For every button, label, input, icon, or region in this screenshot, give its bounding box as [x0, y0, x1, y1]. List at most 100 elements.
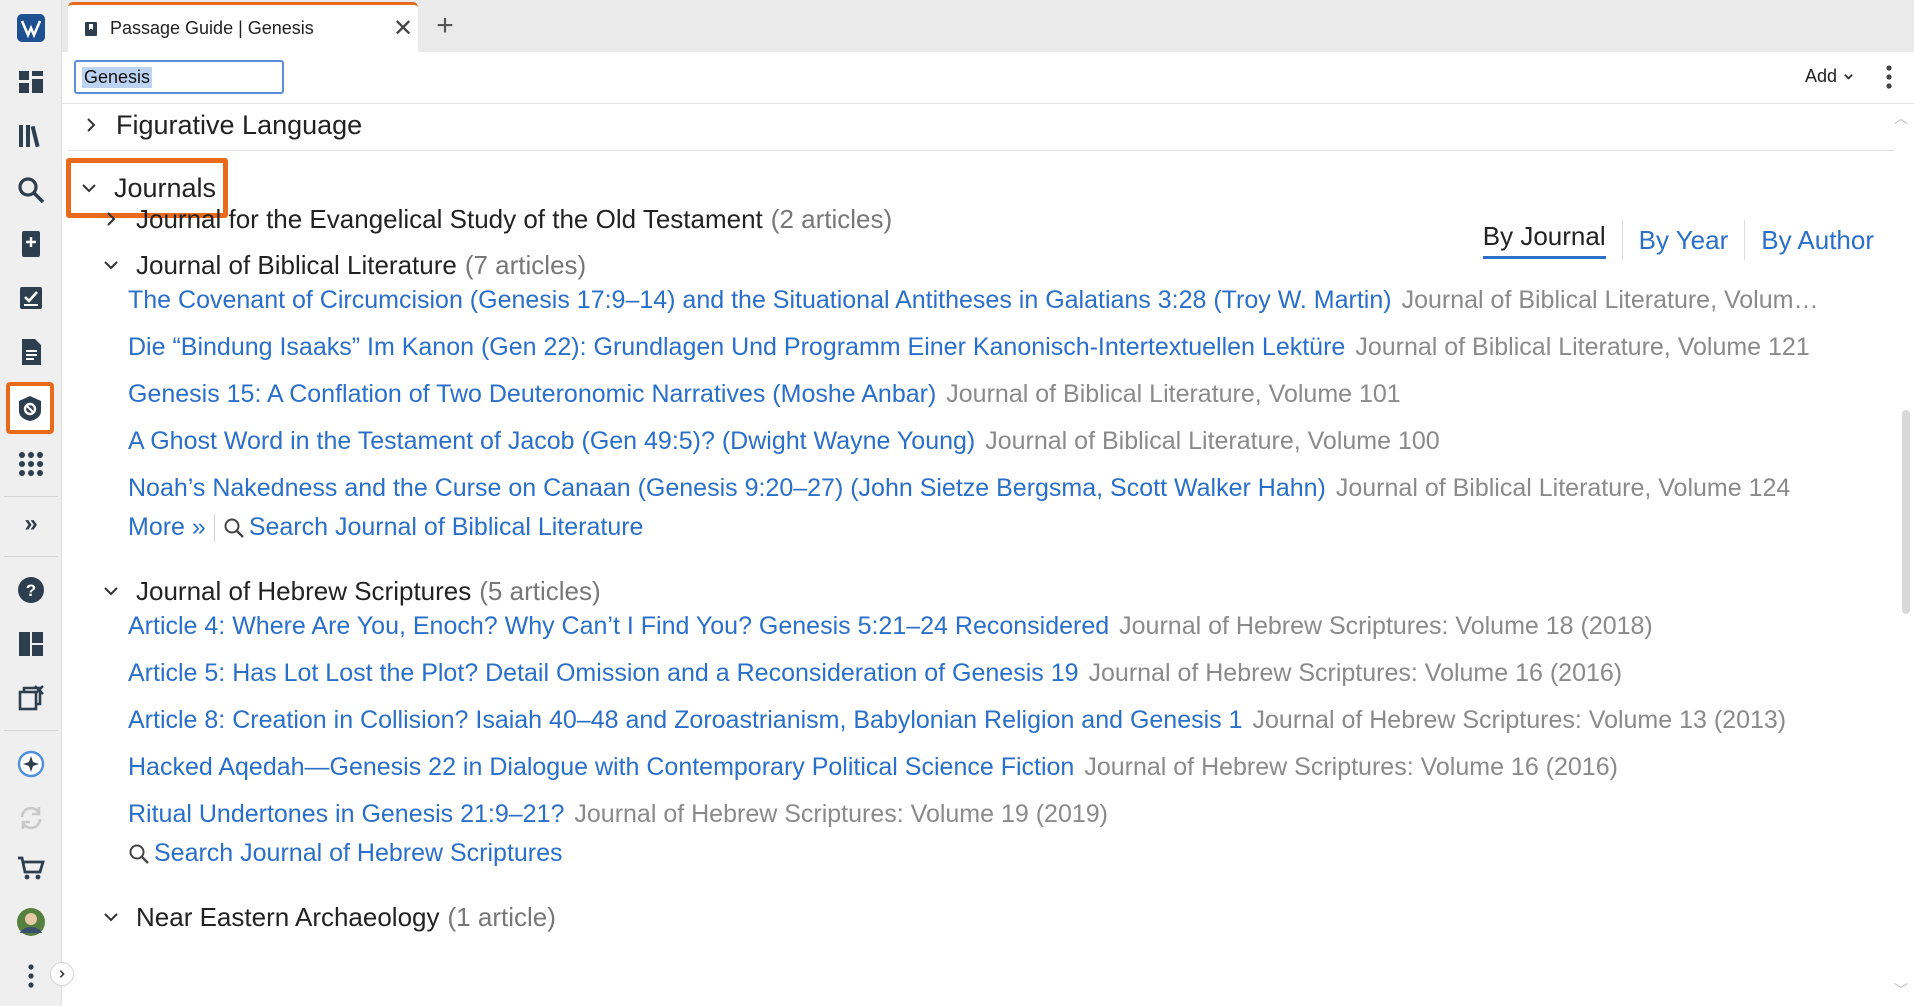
article-item: Noah’s Nakedness and the Curse on Canaan… [128, 474, 1876, 503]
divider [68, 150, 1894, 151]
more-vertical-icon[interactable] [9, 954, 53, 998]
search-icon[interactable] [9, 168, 53, 212]
reference-input-value: Genesis [82, 66, 153, 88]
section-figurative-language[interactable]: Figurative Language [80, 104, 362, 146]
article-source: Journal of Hebrew Scriptures: Volume 13 … [1252, 706, 1787, 734]
article-link[interactable]: Die “Bindung Isaaks” Im Kanon (Gen 22): … [128, 333, 1345, 361]
chevron-down-icon [78, 177, 100, 199]
section-title: Journals [114, 172, 217, 203]
reference-input[interactable]: Genesis [74, 60, 284, 94]
apps-grid-icon[interactable] [9, 442, 53, 486]
passage-guide-icon[interactable] [6, 382, 54, 434]
chevron-right-icon [80, 114, 102, 136]
article-link[interactable]: Article 5: Has Lot Lost the Plot? Detail… [128, 659, 1079, 687]
article-link[interactable]: Article 4: Where Are You, Enoch? Why Can… [128, 612, 1109, 640]
sync-icon[interactable] [9, 796, 53, 840]
article-source: Journal of Biblical Literature, Volume 1… [946, 380, 1401, 408]
journal-group-nea[interactable]: Near Eastern Archaeology (1 article) [100, 898, 556, 936]
article-source: Journal of Biblical Literature, Volume 1… [1335, 474, 1791, 502]
article-item: Genesis 15: A Conflation of Two Deuteron… [128, 380, 1876, 409]
close-panels-icon[interactable] [9, 676, 53, 720]
article-source: Journal of Hebrew Scriptures: Volume 19 … [574, 800, 1108, 828]
search-journal-link[interactable]: Search Journal of Hebrew Scriptures [154, 839, 563, 868]
bookmark-icon [85, 21, 97, 36]
expand-rail-button[interactable]: » [9, 502, 53, 546]
scrollbar-thumb[interactable] [1902, 410, 1910, 614]
dashboard-icon[interactable] [9, 60, 53, 104]
journal-name: Journal of Hebrew Scriptures [136, 575, 472, 606]
more-row: Search Journal of Hebrew Scriptures [128, 839, 563, 868]
article-item: Die “Bindung Isaaks” Im Kanon (Gen 22): … [128, 333, 1876, 362]
double-chevron-right-icon: » [24, 510, 38, 537]
chevron-down-icon [100, 906, 122, 928]
article-source: Journal of Biblical Literature, Volume 1… [985, 427, 1440, 455]
journal-group-jesot[interactable]: Journal for the Evangelical Study of the… [100, 200, 892, 238]
library-icon[interactable] [9, 114, 53, 158]
tab-passage-guide[interactable]: Passage Guide | Genesis ✕ [68, 2, 418, 52]
article-item: Hacked Aqedah—Genesis 22 in Dialogue wit… [128, 753, 1876, 782]
bible-add-icon[interactable] [9, 222, 53, 266]
document-icon[interactable] [9, 330, 53, 374]
new-tab-button[interactable]: + [428, 8, 462, 44]
more-row: More » Search Journal of Biblical Litera… [128, 513, 643, 542]
article-source: Journal of Hebrew Scriptures: Volume 16 … [1084, 753, 1618, 781]
scroll-up-icon[interactable]: ︿ [1894, 108, 1908, 128]
chevron-down-icon [1844, 74, 1853, 80]
article-item: The Covenant of Circumcision (Genesis 17… [128, 286, 1876, 315]
article-item: Ritual Undertones in Genesis 21:9–21? Jou… [128, 800, 1876, 829]
article-item: Article 5: Has Lot Lost the Plot? Detail… [128, 659, 1876, 688]
chevron-down-icon [100, 580, 122, 602]
toolbar: Genesis Add [62, 52, 1914, 104]
article-source: Journal of Hebrew Scriptures: Volume 16 … [1088, 659, 1623, 687]
article-item: A Ghost Word in the Testament of Jacob (… [128, 427, 1876, 456]
avatar[interactable] [9, 900, 53, 944]
article-source: Journal of Hebrew Scriptures: Volume 18 … [1119, 612, 1653, 640]
add-button-label: Add [1804, 66, 1837, 86]
article-link[interactable]: Genesis 15: A Conflation of Two Deuteron… [128, 380, 936, 408]
scrollbar[interactable]: ︿ ﹀ [1894, 104, 1914, 1006]
article-count: (1 article) [447, 901, 556, 932]
section-title: Figurative Language [116, 109, 363, 140]
checklist-icon[interactable] [9, 276, 53, 320]
chevron-right-icon [100, 208, 122, 230]
tab-by-author[interactable]: By Author [1744, 220, 1890, 260]
article-item: Article 4: Where Are You, Enoch? Why Can… [128, 612, 1876, 641]
scroll-down-icon[interactable]: ﹀ [1894, 980, 1908, 1000]
article-link[interactable]: A Ghost Word in the Testament of Jacob (… [128, 427, 975, 455]
chevron-down-icon [100, 254, 122, 276]
search-icon [129, 844, 149, 864]
article-link[interactable]: Ritual Undertones in Genesis 21:9–21? [128, 800, 564, 828]
tab-by-year[interactable]: By Year [1621, 220, 1745, 260]
article-link[interactable]: Noah’s Nakedness and the Curse on Canaan… [128, 474, 1326, 502]
svg-text:?: ? [26, 581, 36, 600]
article-count: (2 articles) [770, 203, 893, 234]
close-icon[interactable]: ✕ [388, 14, 418, 43]
article-link[interactable]: Article 8: Creation in Collision? Isaiah… [128, 706, 1243, 734]
article-link[interactable]: Hacked Aqedah—Genesis 22 in Dialogue wit… [128, 753, 1074, 781]
tab-strip: Passage Guide | Genesis ✕ + [62, 0, 1914, 52]
app-sidebar: » ? [0, 0, 74, 1006]
layouts-icon[interactable] [9, 622, 53, 666]
logos-logo-icon[interactable] [9, 6, 53, 50]
search-journal-link[interactable]: Search Journal of Biblical Literature [249, 513, 644, 542]
cart-icon[interactable] [9, 846, 53, 890]
ai-spark-icon[interactable] [9, 742, 53, 786]
article-source: Journal of Biblical Literature, Volume 1… [1355, 333, 1810, 361]
tab-by-journal[interactable]: By Journal [1467, 220, 1622, 260]
more-link[interactable]: More » [128, 513, 206, 542]
add-button[interactable]: Add [1805, 66, 1854, 87]
article-source: Journal of Biblical Literature, Volum… [1401, 286, 1819, 314]
journal-group-jbl[interactable]: Journal of Biblical Literature (7 articl… [100, 246, 586, 284]
article-count: (5 articles) [479, 575, 601, 606]
divider [213, 513, 215, 542]
search-icon [224, 518, 244, 538]
article-item: Article 8: Creation in Collision? Isaiah… [128, 706, 1876, 735]
journal-name: Journal of Biblical Literature [136, 249, 457, 280]
passage-guide-content: Figurative Language Journals By Journal … [62, 104, 1894, 1006]
article-link[interactable]: The Covenant of Circumcision (Genesis 17… [128, 286, 1392, 314]
view-tabs: By Journal By Year By Author [1467, 220, 1890, 260]
tab-title: Passage Guide | Genesis [110, 18, 314, 38]
help-icon[interactable]: ? [9, 568, 53, 612]
journal-group-jhs[interactable]: Journal of Hebrew Scriptures (5 articles… [100, 572, 601, 610]
more-options-icon[interactable] [1882, 62, 1896, 92]
